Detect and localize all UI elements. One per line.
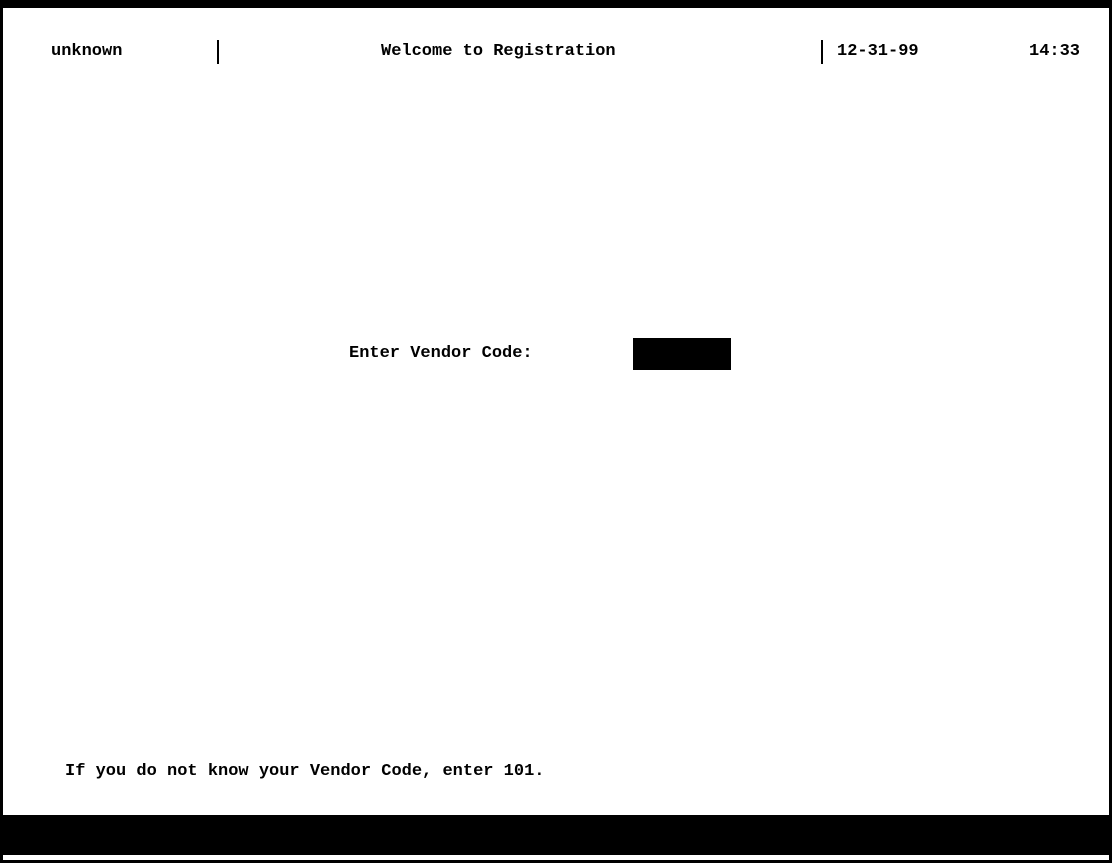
vendor-code-hint: If you do not know your Vendor Code, ent… [65,762,545,781]
header-user: unknown [51,42,123,61]
header-time: 14:33 [1029,42,1081,61]
top-border-bar [3,0,1112,8]
terminal-screen: unknown Welcome to Registration 12-31-99… [0,0,1112,863]
header-separator [217,40,219,64]
page-title: Welcome to Registration [381,42,616,61]
header-separator [821,40,823,64]
vendor-code-label: Enter Vendor Code: [349,344,533,363]
header-date: 12-31-99 [837,42,919,61]
vendor-code-input[interactable] [633,338,731,370]
status-bar [3,815,1112,855]
